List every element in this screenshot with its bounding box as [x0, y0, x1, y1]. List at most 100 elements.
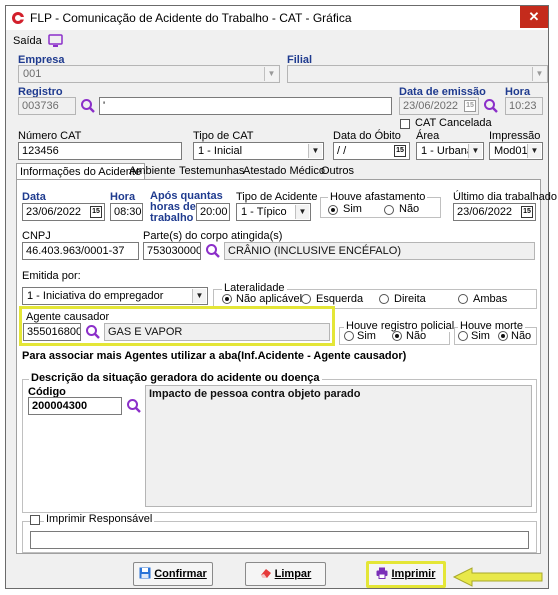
data-obito-label: Data do Óbito: [333, 130, 401, 142]
cnpj-label: CNPJ: [22, 230, 51, 242]
registro-policial-sim-label: Sim: [357, 330, 376, 342]
data-acidente-label: Data: [22, 191, 46, 203]
printer-icon: [376, 567, 388, 579]
afastamento-nao-label: Não: [399, 203, 420, 215]
monitor-icon[interactable]: [48, 34, 64, 48]
registro-name-field[interactable]: ': [99, 97, 392, 115]
tipo-cat-label: Tipo de CAT: [193, 130, 254, 142]
calendar-icon[interactable]: 15: [521, 206, 533, 218]
registro-policial-nao-radio[interactable]: [392, 331, 402, 341]
registro-policial-sim-radio[interactable]: [344, 331, 354, 341]
tipo-acidente-select[interactable]: 1 - Típico ▼: [236, 203, 311, 221]
window-title: FLP - Comunicação de Acidente do Trabalh…: [30, 11, 352, 25]
lateralidade-direita-label: Direita: [394, 293, 426, 305]
afastamento-nao-radio[interactable]: [384, 205, 394, 215]
imprimir-responsavel-checkbox[interactable]: [30, 515, 40, 525]
limpar-button[interactable]: Limpar: [245, 562, 326, 586]
save-icon: [139, 567, 151, 579]
eraser-icon: [260, 569, 271, 578]
afastamento-label: Houve afastamento: [328, 191, 428, 203]
tipo-cat-select[interactable]: 1 - Inicial ▼: [193, 142, 324, 160]
tipo-acidente-value: 1 - Típico: [241, 206, 287, 218]
houve-morte-sim-radio[interactable]: [458, 331, 468, 341]
tab-outros[interactable]: Outros: [318, 163, 357, 180]
responsavel-field[interactable]: [30, 531, 529, 549]
calendar-icon[interactable]: 15: [464, 100, 476, 112]
numero-cat-field[interactable]: 123456: [18, 142, 182, 160]
houve-morte-sim-label: Sim: [471, 330, 490, 342]
emitida-por-select[interactable]: 1 - Iniciativa do empregador ▼: [22, 287, 208, 305]
tab-ambiente[interactable]: Ambiente: [126, 163, 178, 180]
numero-cat-label: Número CAT: [18, 130, 82, 142]
hora-acidente-field[interactable]: 08:30: [110, 203, 143, 221]
close-button[interactable]: ✕: [520, 6, 548, 28]
houve-morte-nao-label: Não: [511, 330, 532, 342]
app-logo-icon: [12, 12, 24, 24]
title-bar: FLP - Comunicação de Acidente do Trabalh…: [6, 6, 548, 30]
area-label: Área: [416, 130, 440, 142]
impressao-select[interactable]: Mod01 ▼: [489, 142, 543, 160]
impressao-label: Impressão: [489, 130, 541, 142]
cat-cancelada-label: CAT Cancelada: [415, 117, 492, 129]
registro-code-field[interactable]: 003736: [18, 97, 76, 115]
confirmar-button[interactable]: Confirmar: [133, 562, 213, 586]
houve-morte-nao-radio[interactable]: [498, 331, 508, 341]
chevron-down-icon: ▼: [308, 144, 322, 158]
lateralidade-esquerda-label: Esquerda: [316, 293, 364, 305]
cat-cancelada-checkbox[interactable]: [400, 119, 410, 129]
parte-corpo-code-field[interactable]: 753030000: [143, 242, 201, 260]
ultimo-dia-value: 23/06/2022: [457, 206, 513, 218]
tab-testemunhas[interactable]: Testemunhas: [176, 163, 247, 180]
descricao-group-label: Descrição da situação geradora do aciden…: [29, 372, 322, 384]
confirmar-label: Confirmar: [154, 568, 207, 580]
lateralidade-nao-aplicavel-radio[interactable]: [222, 294, 232, 304]
lateralidade-nao-aplicavel-label: Não aplicável: [236, 293, 303, 305]
accident-info-panel: Data 23/06/2022 15 Hora 08:30 Após quant…: [16, 179, 557, 554]
calendar-icon[interactable]: 15: [90, 206, 102, 218]
apos-horas-field[interactable]: 20:00: [196, 203, 230, 221]
imprimir-button[interactable]: Imprimir: [366, 561, 446, 588]
lateralidade-ambas-radio[interactable]: [458, 294, 468, 304]
descricao-text-area[interactable]: Impacto de pessoa contra objeto parado: [145, 385, 532, 507]
agente-highlight: [19, 306, 335, 346]
tab-atestado-medico[interactable]: Atestado Médico: [240, 163, 328, 180]
imprimir-responsavel-label: Imprimir Responsável: [44, 513, 155, 525]
calendar-icon[interactable]: 15: [394, 145, 406, 157]
emitida-por-label: Emitida por:: [22, 270, 81, 282]
empresa-select[interactable]: 001 ▼: [18, 65, 280, 83]
agentes-info-note: Para associar mais Agentes utilizar a ab…: [22, 350, 407, 362]
apos-horas-label-3: trabalho: [150, 212, 194, 224]
area-select[interactable]: 1 - Urbana ▼: [416, 142, 484, 160]
hora-acidente-label: Hora: [110, 191, 136, 203]
filial-select[interactable]: ▼: [287, 65, 548, 83]
parte-corpo-label: Parte(s) do corpo atingida(s): [143, 230, 283, 242]
tipo-cat-value: 1 - Inicial: [198, 145, 243, 157]
search-icon[interactable]: [483, 98, 499, 114]
afastamento-sim-radio[interactable]: [328, 205, 338, 215]
limpar-label: Limpar: [274, 568, 312, 580]
parte-corpo-desc-field[interactable]: CRÂNIO (INCLUSIVE ENCÉFALO): [224, 242, 535, 260]
chevron-down-icon: ▼: [295, 205, 309, 219]
chevron-down-icon: ▼: [264, 67, 278, 81]
lateralidade-ambas-label: Ambas: [473, 293, 508, 305]
chevron-down-icon: ▼: [527, 144, 541, 158]
impressao-value: Mod01: [494, 145, 528, 157]
tipo-acidente-label: Tipo de Acidente: [236, 191, 318, 203]
search-icon[interactable]: [126, 398, 142, 414]
lateralidade-direita-radio[interactable]: [379, 294, 389, 304]
area-value: 1 - Urbana: [421, 145, 473, 157]
emitida-por-value: 1 - Iniciativa do empregador: [27, 290, 164, 302]
lateralidade-esquerda-radio[interactable]: [301, 294, 311, 304]
hora-emissao-field[interactable]: 10:23: [505, 97, 543, 115]
codigo-field[interactable]: 200004300: [28, 397, 122, 415]
search-icon[interactable]: [205, 243, 221, 259]
data-obito-value: / /: [337, 145, 347, 157]
cat-window: FLP - Comunicação de Acidente do Trabalh…: [5, 5, 557, 589]
arrow-left-icon: [452, 567, 543, 587]
data-emissao-value: 23/06/2022: [403, 100, 459, 112]
search-icon[interactable]: [80, 98, 96, 114]
empresa-value: 001: [23, 68, 42, 80]
menu-exit[interactable]: Saída: [13, 35, 42, 47]
cnpj-field[interactable]: 46.403.963/0001-37: [22, 242, 139, 260]
ultimo-dia-label: Último dia trabalhado: [453, 191, 557, 203]
